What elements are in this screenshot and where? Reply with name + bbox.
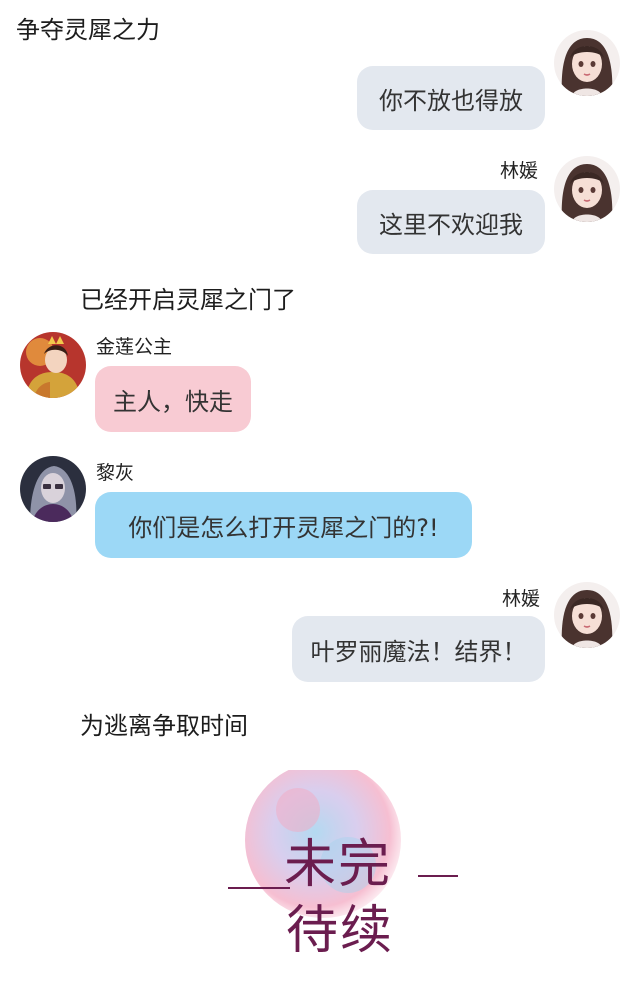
girl-portrait-icon xyxy=(554,156,620,222)
chat-bubble: 你不放也得放 xyxy=(357,66,545,130)
lihui-avatar[interactable] xyxy=(20,456,86,522)
dark-character-portrait-icon xyxy=(20,456,86,522)
speaker-name: 金莲公主 xyxy=(96,336,173,358)
message-text: 叶罗丽魔法！结界！ xyxy=(310,637,527,666)
message-text: 你不放也得放 xyxy=(379,86,523,115)
chat-bubble: 这里不欢迎我 xyxy=(357,190,545,254)
lin-yuan-avatar[interactable] xyxy=(554,30,620,96)
chat-bubble: 叶罗丽魔法！结界！ xyxy=(292,616,545,682)
speaker-name: 林媛 xyxy=(500,160,539,182)
speaker-name: 黎灰 xyxy=(96,462,135,484)
girl-portrait-icon xyxy=(554,582,620,648)
girl-portrait-icon xyxy=(554,30,620,96)
chat-bubble: 主人，快走 xyxy=(95,366,251,432)
lin-yuan-avatar[interactable] xyxy=(554,582,620,648)
lin-yuan-avatar[interactable] xyxy=(554,156,620,222)
jinlian-princess-avatar[interactable] xyxy=(20,332,86,398)
to-be-continued-mark: 未完 待续 xyxy=(228,762,458,970)
narration-text: 争夺灵犀之力 xyxy=(16,16,160,44)
to-be-continued-line2: 待续 xyxy=(286,901,395,961)
princess-portrait-icon xyxy=(20,332,86,398)
message-text: 这里不欢迎我 xyxy=(379,210,523,239)
speaker-name: 林媛 xyxy=(502,588,541,610)
message-text: 主人，快走 xyxy=(113,387,233,416)
to-be-continued-line1: 未完 xyxy=(284,835,393,895)
narration-text: 已经开启灵犀之门了 xyxy=(80,286,296,314)
message-text: 你们是怎么打开灵犀之门的?! xyxy=(128,513,439,542)
narration-text: 为逃离争取时间 xyxy=(80,712,248,740)
chat-bubble: 你们是怎么打开灵犀之门的?! xyxy=(95,492,472,558)
